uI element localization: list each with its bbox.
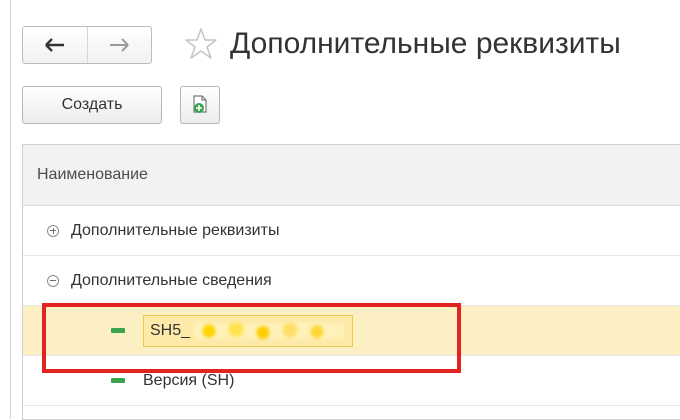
navigation-buttons (22, 26, 152, 64)
row-label: Дополнительные реквизиты (71, 221, 280, 239)
arrow-right-icon (110, 38, 129, 52)
redacted-text (194, 322, 345, 339)
expand-plus-icon[interactable] (47, 224, 59, 237)
copy-button[interactable] (180, 86, 220, 124)
forward-button[interactable] (86, 27, 152, 63)
collapse-minus-icon[interactable] (47, 274, 59, 287)
table-row-selected[interactable]: SH5_ (23, 306, 680, 356)
property-marker-icon (111, 378, 125, 383)
table-row[interactable]: Версия (SH) (23, 356, 680, 406)
favorite-star-icon[interactable] (184, 27, 218, 61)
table-row[interactable]: Дополнительные реквизиты (23, 206, 680, 256)
arrow-left-icon (44, 38, 64, 52)
create-button[interactable]: Создать (22, 86, 162, 124)
selected-name-field[interactable]: SH5_ (143, 314, 354, 347)
column-header-name[interactable]: Наименование (23, 145, 680, 206)
table-row[interactable]: Дополнительные сведения (23, 256, 680, 306)
create-button-label: Создать (61, 96, 123, 113)
page-title: Дополнительные реквизиты (230, 27, 621, 60)
row-label: SH5_ (150, 321, 191, 339)
row-label: Дополнительные сведения (71, 271, 272, 289)
property-marker-icon (111, 328, 125, 333)
copy-add-icon (193, 95, 207, 113)
row-label: Версия (SH) (143, 371, 235, 389)
back-button[interactable] (23, 27, 87, 63)
column-header-label: Наименование (37, 166, 148, 183)
properties-table: Наименование Дополнительные реквизиты До… (22, 144, 680, 420)
